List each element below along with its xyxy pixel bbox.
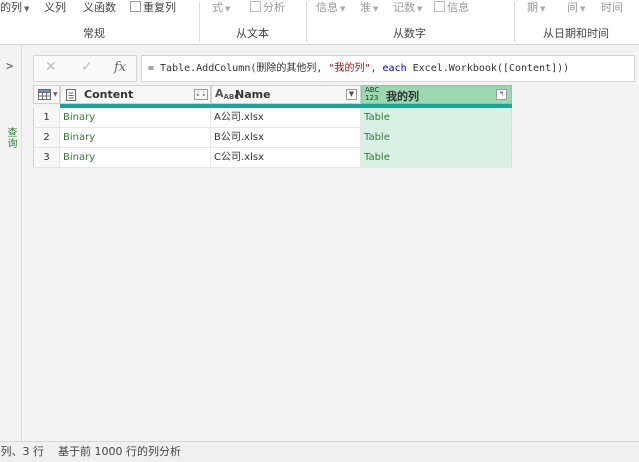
any-type-glyph-bottom: 123 <box>365 94 379 102</box>
ribbon-item-standard-label: 准 <box>360 1 371 14</box>
expand-column-icon[interactable]: ↰ <box>496 89 507 100</box>
ribbon-item-format[interactable]: 式 ▼ <box>212 0 230 15</box>
ribbon-item-parse-label: 分析 <box>263 1 285 14</box>
table-cell-my-col[interactable]: Table <box>361 148 512 168</box>
group-general-label: 常规 <box>83 27 105 40</box>
status-counts: 3 列、3 行 <box>0 445 44 458</box>
chevron-down-icon: ▼ <box>417 5 423 13</box>
ribbon-item-custom-function-label: 义函数 <box>83 1 116 14</box>
document-icon <box>66 89 76 101</box>
ribbon-item-duration-label: 时间 <box>601 1 623 14</box>
ribbon-item-duration[interactable]: 时间 <box>601 0 623 15</box>
any-type-glyph-top: ABC <box>365 86 380 94</box>
table-cell-name[interactable]: A公司.xlsx <box>211 108 361 128</box>
status-profiling: 基于前 1000 行的列分析 <box>58 445 181 458</box>
ribbon-item-date[interactable]: 期 ▼ <box>527 0 545 15</box>
column-header-my-col[interactable]: ABC 123 我的列 ↰ <box>361 85 512 104</box>
chevron-down-icon: ▼ <box>373 5 379 13</box>
queries-pane-label[interactable]: 查询 <box>3 127 18 149</box>
queries-pane-collapsed: > 查询 <box>0 45 22 441</box>
formula-part-3: Excel.Workbook([Content])) <box>406 63 570 74</box>
cancel-icon[interactable]: ✕ <box>45 59 57 75</box>
ribbon-separator <box>306 2 307 42</box>
ribbon: 的列 ▼ 义列 义函数 重复列 式 ▼ 分析 信息 ▼ 准 ▼ 记数 ▼ 信息 期 ▼ 间 ▼… <box>0 0 639 45</box>
table-cell-content[interactable]: Binary <box>60 108 211 128</box>
ribbon-item-standard[interactable]: 准 ▼ <box>360 0 378 15</box>
table-icon <box>38 89 51 100</box>
ribbon-item-custom-column-label: 义列 <box>44 1 66 14</box>
chevron-down-icon: ▼ <box>580 5 586 13</box>
column-header-label: Name <box>235 88 271 101</box>
ribbon-item-information[interactable]: 信息 ▼ <box>316 0 345 15</box>
status-bar: 3 列、3 行 基于前 1000 行的列分析 <box>0 441 639 462</box>
ribbon-item-column[interactable]: 的列 ▼ <box>0 0 29 15</box>
formula-string-literal: "我的列" <box>328 63 371 74</box>
table-cell-name[interactable]: C公司.xlsx <box>211 148 361 168</box>
download-binary-icon[interactable]: ⇣⇣ <box>194 89 208 100</box>
parse-icon <box>250 1 261 12</box>
formula-keyword: each <box>382 63 407 74</box>
table-cell-my-col[interactable]: Table <box>361 128 512 148</box>
ribbon-item-time[interactable]: 间 ▼ <box>567 0 585 15</box>
ribbon-item-count[interactable]: 记数 ▼ <box>393 0 422 15</box>
ribbon-item-information-label: 信息 <box>316 1 338 14</box>
ribbon-item-custom-function[interactable]: 义函数 <box>83 0 116 15</box>
row-index[interactable]: 3 <box>33 148 60 168</box>
chevron-down-icon: ▼ <box>540 5 546 13</box>
ribbon-item-count-label: 记数 <box>393 1 415 14</box>
group-from-number-label: 从数字 <box>393 27 426 40</box>
table-corner-menu[interactable]: ▼ <box>33 85 60 104</box>
chevron-down-icon: ▼ <box>24 5 30 13</box>
ribbon-item-duplicate-column-label: 重复列 <box>143 1 176 14</box>
ribbon-item-time-label: 间 <box>567 1 578 14</box>
formula-part-2: , <box>370 63 383 74</box>
ribbon-separator <box>514 2 515 42</box>
row-index[interactable]: 1 <box>33 108 60 128</box>
ribbon-item-info2-label: 信息 <box>447 1 469 14</box>
column-header-content[interactable]: Content ⇣⇣ <box>60 85 211 104</box>
filter-dropdown-icon[interactable]: ▼ <box>346 89 357 100</box>
column-header-label: 我的列 <box>386 90 419 103</box>
group-from-datetime-label: 从日期和时间 <box>543 27 609 40</box>
chevron-down-icon: ▼ <box>225 5 231 13</box>
ribbon-item-format-label: 式 <box>212 1 223 14</box>
ribbon-item-column-label: 的列 <box>0 1 22 14</box>
formula-part-1: = Table.AddColumn(删除的其他列, <box>148 63 329 74</box>
row-index[interactable]: 2 <box>33 128 60 148</box>
table-cell-content[interactable]: Binary <box>60 128 211 148</box>
ribbon-item-date-label: 期 <box>527 1 538 14</box>
any-type-icon: ABC 123 <box>365 86 379 102</box>
table-cell-my-col[interactable]: Table <box>361 108 512 128</box>
ribbon-item-custom-column[interactable]: 义列 <box>44 0 66 15</box>
formula-bar-buttons: ✕ ✓ fx <box>33 55 137 82</box>
ribbon-separator <box>199 2 200 42</box>
fx-icon[interactable]: fx <box>114 60 126 75</box>
expand-pane-icon[interactable]: > <box>6 59 13 73</box>
ribbon-item-duplicate-column[interactable]: 重复列 <box>130 0 176 15</box>
column-header-label: Content <box>84 88 134 101</box>
column-header-name[interactable]: AABC Name ▼ <box>211 85 361 104</box>
info-icon <box>434 1 445 12</box>
table-cell-name[interactable]: B公司.xlsx <box>211 128 361 148</box>
commit-icon[interactable]: ✓ <box>81 59 93 75</box>
chevron-down-icon: ▼ <box>340 5 346 13</box>
group-from-text-label: 从文本 <box>236 27 269 40</box>
chevron-down-icon: ▼ <box>53 91 58 98</box>
table-cell-content[interactable]: Binary <box>60 148 211 168</box>
ribbon-item-parse[interactable]: 分析 <box>250 0 285 15</box>
duplicate-column-icon <box>130 1 141 12</box>
ribbon-item-info2[interactable]: 信息 <box>434 0 469 15</box>
formula-input[interactable]: = Table.AddColumn(删除的其他列, "我的列", each Ex… <box>141 55 635 82</box>
